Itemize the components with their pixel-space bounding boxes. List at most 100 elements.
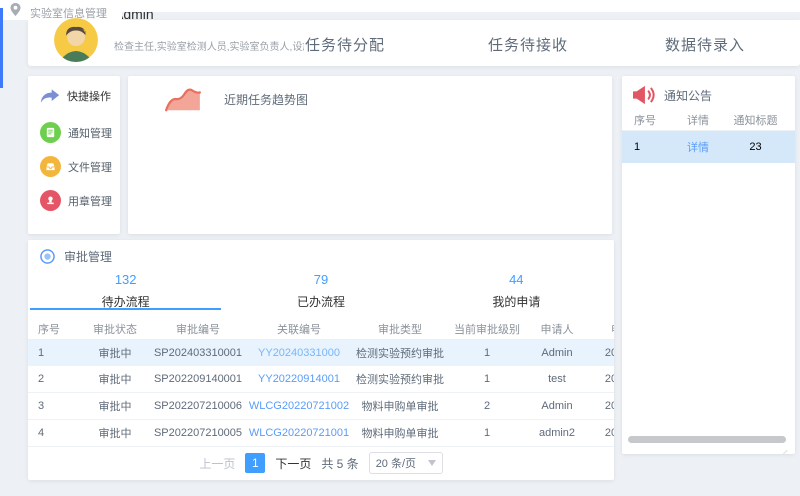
cell-status: 审批中 [80,371,150,387]
approval-header: 审批管理 [40,248,112,265]
cell-type: 物料申购单审批 [352,425,448,441]
menu-seal-management[interactable]: 用章管理 [40,190,112,211]
cell-type: 物料申购单审批 [352,398,448,414]
topbar [0,0,800,12]
cell-no: 2 [28,373,80,385]
lims-dashboard: Admin 检查主任,实验室检测人员,实验室负责人,设施与环 0 任务待分配 0… [0,0,800,496]
cell-apply-time: 2022-07-21 [588,427,614,439]
trend-chart-panel: 近期任务趋势图 [128,76,612,234]
approval-title: 审批管理 [64,248,112,265]
badge-icon [40,249,55,264]
prev-page-button[interactable]: 上一页 [199,455,235,472]
col-header-apply-time: 申请时间 [588,321,614,337]
cell-no: 1 [28,347,80,359]
menu-item-label: 通知管理 [68,125,112,141]
stat-label: 任务待分配 [290,34,400,55]
notice-row-title: 23 [724,141,795,153]
current-page-button[interactable]: 1 [245,453,265,473]
menu-notice-management[interactable]: 通知管理 [40,122,112,143]
page-size-select[interactable]: 20 条/页 [369,452,443,474]
stat-label: 数据待录入 [650,34,760,55]
col-header-type: 审批类型 [352,321,448,337]
cell-type: 检测实验预约审批 [352,345,448,361]
col-header-related-no: 关联编号 [246,321,352,337]
horizontal-scrollbar[interactable] [628,436,786,443]
cell-status: 审批中 [80,398,150,414]
cell-apply-time: 2022-09-14 [588,373,614,385]
col-header-level: 当前审批级别 [448,321,526,337]
menu-item-label: 文件管理 [68,159,112,175]
tab-label: 我的申请 [419,293,614,310]
cell-level: 1 [448,347,526,359]
cell-related-no-link[interactable]: YY20240331000 [246,347,352,359]
megaphone-icon [632,84,656,106]
notice-title: 通知公告 [664,87,712,104]
tab-done-flows[interactable]: 79 已办流程 [223,268,418,310]
cell-related-no-link[interactable]: WLCG20220721001 [246,427,352,439]
tab-my-applications[interactable]: 44 我的申请 [419,268,614,310]
cell-approval-no: SP202403310001 [150,347,246,359]
table-row[interactable]: 4 审批中 SP202207210005 WLCG20220721001 物料申… [28,420,614,447]
quick-operations-panel: 快捷操作 通知管理 文件管理 用章管理 [28,76,120,234]
table-row[interactable]: 3 审批中 SP202207210006 WLCG20220721002 物料申… [28,393,614,420]
page-title[interactable]: 实验室信息管理 [30,5,107,21]
cell-no: 4 [28,427,80,439]
approval-tabs: 132 待办流程 79 已办流程 44 我的申请 [28,268,614,310]
header-card: Admin 检查主任,实验室检测人员,实验室负责人,设施与环 0 任务待分配 0… [28,20,800,66]
area-chart-icon [164,84,202,114]
cell-approval-no: SP202209140001 [150,373,246,385]
next-page-button[interactable]: 下一页 [275,455,311,472]
menu-file-management[interactable]: 文件管理 [40,156,112,177]
notice-doc-icon [40,122,61,143]
notice-table: 序号 详情 通知标题 1 详情 23 [622,110,795,163]
cell-level: 1 [448,427,526,439]
forward-arrow-icon [40,88,60,104]
table-row[interactable]: 1 审批中 SP202403310001 YY20240331000 检测实验预… [28,340,614,366]
tab-count: 79 [223,272,418,287]
cell-applicant: admin2 [526,427,588,439]
pagination: 上一页 1 下一页 共 5 条 20 条/页 [28,452,614,474]
cell-applicant: Admin [526,400,588,412]
col-header-title: 通知标题 [724,112,795,128]
sidebar-edge-strip [0,8,3,88]
cell-approval-no: SP202207210005 [150,427,246,439]
tab-pending-flows[interactable]: 132 待办流程 [28,268,223,310]
total-count-label: 共 5 条 [321,455,358,472]
col-header-no: 序号 [28,321,80,337]
cell-apply-time: 2024-03-31 [588,347,614,359]
col-header-status: 审批状态 [80,321,150,337]
cell-status: 审批中 [80,425,150,441]
cell-related-no-link[interactable]: YY20220914001 [246,373,352,385]
cell-level: 2 [448,400,526,412]
notice-no: 1 [622,141,672,153]
tab-label: 已办流程 [223,293,418,310]
tab-count: 44 [419,272,614,287]
notice-row[interactable]: 1 详情 23 [622,131,795,163]
tab-label: 待办流程 [28,293,223,310]
seal-icon [40,190,61,211]
cell-applicant: test [526,373,588,385]
cell-apply-time: 2022-07-21 [588,400,614,412]
col-header-detail: 详情 [672,112,724,128]
stat-label: 任务待接收 [473,34,583,55]
cell-status: 审批中 [80,345,150,361]
table-row[interactable]: 2 审批中 SP202209140001 YY20220914001 检测实验预… [28,366,614,393]
avatar[interactable] [54,18,98,62]
trend-chart-title: 近期任务趋势图 [224,91,308,108]
cell-related-no-link[interactable]: WLCG20220721002 [246,400,352,412]
user-roles: 检查主任,实验室检测人员,实验室负责人,设施与环 [114,38,304,53]
approval-table-header: 序号 审批状态 审批编号 关联编号 审批类型 当前审批级别 申请人 申请时间 [28,318,614,340]
cell-type: 检测实验预约审批 [352,371,448,387]
resize-handle[interactable] [776,450,788,454]
cell-approval-no: SP202207210006 [150,400,246,412]
notice-header: 通知公告 [632,84,712,106]
quick-operations-label: 快捷操作 [67,88,111,104]
notice-panel: 通知公告 序号 详情 通知标题 1 详情 23 [622,76,795,454]
trend-chart-header: 近期任务趋势图 [164,84,308,114]
col-header-no: 序号 [622,112,672,128]
location-pin-icon [10,3,21,21]
cell-level: 1 [448,373,526,385]
cell-no: 3 [28,400,80,412]
notice-detail-link[interactable]: 详情 [672,139,724,155]
col-header-applicant: 申请人 [526,321,588,337]
